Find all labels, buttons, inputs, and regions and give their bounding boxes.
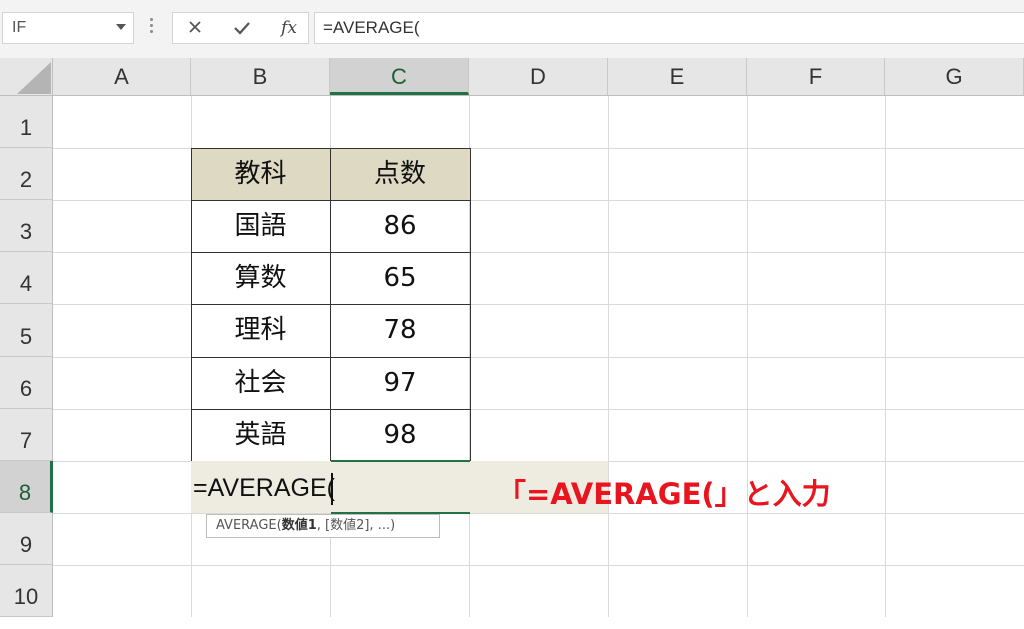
name-box[interactable]: IF — [2, 12, 134, 44]
column-header-b[interactable]: B — [191, 58, 330, 95]
table-border — [191, 148, 192, 461]
row-header-10[interactable]: 10 — [0, 565, 52, 617]
row-header-3[interactable]: 3 — [0, 200, 52, 252]
table-cell-subject[interactable]: 社会 — [191, 357, 330, 409]
insert-function-button[interactable]: fx — [277, 17, 301, 39]
table-cell-score[interactable]: 65 — [330, 252, 470, 304]
table-header-subject[interactable]: 教科 — [191, 148, 330, 200]
grid-row-line — [53, 513, 1024, 514]
select-all-triangle-icon — [17, 62, 51, 94]
table-cell-subject[interactable]: 理科 — [191, 304, 330, 357]
formula-input[interactable]: =AVERAGE( — [314, 12, 1024, 44]
chevron-down-icon[interactable] — [116, 24, 126, 30]
tooltip-arg1[interactable]: 数値1 — [282, 518, 317, 533]
column-header-f[interactable]: F — [747, 58, 885, 95]
table-header-score[interactable]: 点数 — [330, 148, 470, 200]
enter-check-icon[interactable] — [230, 17, 254, 39]
table-cell-subject[interactable]: 国語 — [191, 200, 330, 252]
instruction-annotation: 「=AVERAGE(」と入力 — [497, 477, 831, 511]
table-border — [470, 148, 471, 461]
table-border — [191, 252, 471, 253]
table-cell-score[interactable]: 97 — [330, 357, 470, 409]
row-header-7[interactable]: 7 — [0, 409, 52, 461]
column-header-g[interactable]: G — [885, 58, 1024, 95]
table-border — [191, 304, 471, 305]
tooltip-func: AVERAGE( — [216, 518, 282, 533]
formula-text: =AVERAGE( — [323, 18, 420, 37]
table-border — [191, 148, 471, 149]
name-box-value: IF — [12, 19, 27, 36]
text-caret — [331, 473, 333, 505]
cell-edit-text[interactable]: =AVERAGE( — [193, 474, 335, 503]
more-options-icon[interactable] — [148, 18, 154, 38]
row-headers: 1 2 3 4 5 6 7 8 9 10 — [0, 96, 53, 617]
cancel-icon[interactable] — [183, 17, 207, 39]
formula-bar: IF fx =AVERAGE( — [0, 0, 1024, 58]
row-header-1[interactable]: 1 — [0, 96, 52, 148]
row-header-9[interactable]: 9 — [0, 513, 52, 565]
table-border — [191, 409, 471, 410]
column-headers: ABCDEFG — [53, 58, 1024, 96]
table-border — [330, 148, 331, 461]
function-tooltip[interactable]: AVERAGE(数値1, [数値2], ...) — [206, 514, 440, 538]
row-header-8[interactable]: 8 — [0, 461, 53, 513]
column-header-e[interactable]: E — [608, 58, 747, 95]
table-cell-score[interactable]: 78 — [330, 304, 470, 357]
table-border — [191, 357, 471, 358]
table-cell-subject[interactable]: 算数 — [191, 252, 330, 304]
row-header-2[interactable]: 2 — [0, 148, 52, 200]
table-border — [191, 200, 471, 201]
table-cell-score[interactable]: 98 — [330, 409, 470, 461]
column-header-a[interactable]: A — [53, 58, 191, 95]
row-header-6[interactable]: 6 — [0, 357, 52, 409]
tooltip-rest[interactable]: , [数値2], ...) — [317, 518, 395, 533]
column-header-c[interactable]: C — [330, 58, 469, 95]
row-header-4[interactable]: 4 — [0, 252, 52, 304]
row-header-5[interactable]: 5 — [0, 304, 52, 357]
column-header-d[interactable]: D — [469, 58, 608, 95]
grid-row-line — [53, 565, 1024, 566]
active-cell-border-top — [331, 460, 470, 462]
formula-actions: fx — [172, 12, 309, 44]
table-cell-subject[interactable]: 英語 — [191, 409, 330, 461]
table-cell-score[interactable]: 86 — [330, 200, 470, 252]
